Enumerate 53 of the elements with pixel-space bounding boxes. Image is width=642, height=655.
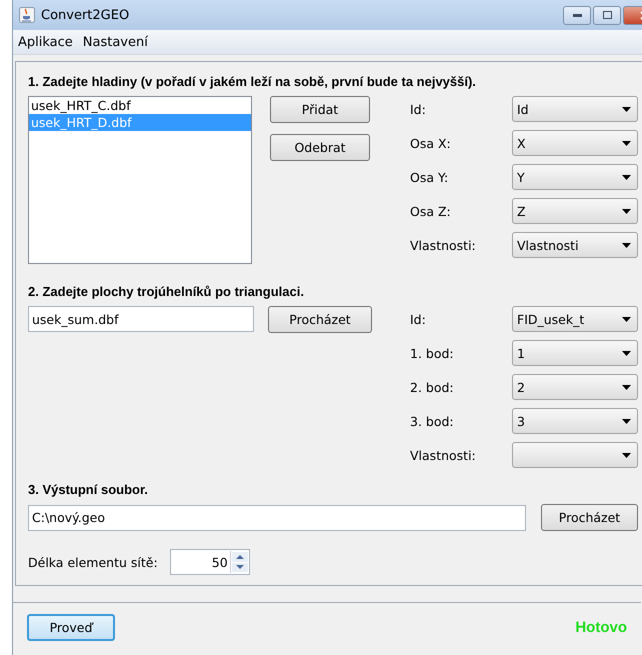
section-title: 1. Zadejte hladiny (v pořadí v jakém leží na sobě, první bude ta nejvyšší). xyxy=(28,74,477,89)
number-spinner[interactable]: 50 xyxy=(170,549,250,575)
caret-icon xyxy=(622,174,631,180)
field-label: Id: xyxy=(410,312,427,326)
caret-icon xyxy=(622,316,631,322)
status-text: Hotovo xyxy=(575,619,627,636)
input-field[interactable]: usek_sum.dbf xyxy=(28,306,254,332)
field-label: 3. bod: xyxy=(410,414,455,428)
dropdown[interactable]: Vlastnosti xyxy=(512,232,638,258)
field-label: 1. bod: xyxy=(410,346,455,360)
caret-icon xyxy=(622,384,631,390)
action-button[interactable]: Přidat xyxy=(270,96,370,123)
caret-icon xyxy=(622,208,631,214)
minimize-button[interactable] xyxy=(563,6,591,24)
field-label: Id: xyxy=(410,102,427,116)
field-label: Osa Z: xyxy=(410,204,452,218)
list-item[interactable]: usek_HRT_C.dbf xyxy=(29,97,251,114)
field-label: Vlastnosti: xyxy=(410,238,477,252)
dropdown[interactable]: 2 xyxy=(512,374,638,400)
field-label: Osa Y: xyxy=(410,170,450,184)
field-label: Délka elementu sítě: xyxy=(28,554,158,570)
field-label: Osa X: xyxy=(410,136,452,150)
dropdown[interactable]: Id xyxy=(512,96,638,122)
maximize-icon xyxy=(602,11,612,19)
caret-icon xyxy=(622,418,631,424)
browse-button[interactable]: Procházet xyxy=(541,504,638,531)
dropdown[interactable]: Y xyxy=(512,164,638,190)
layer-list[interactable]: usek_HRT_C.dbf usek_HRT_D.dbf xyxy=(28,96,252,264)
action-button[interactable]: Odebrat xyxy=(270,134,370,161)
caret-icon xyxy=(622,452,631,458)
run-button[interactable]: Proveď xyxy=(27,614,115,641)
menu-item[interactable]: Aplikace xyxy=(17,34,74,50)
section-title: 3. Výstupní soubor. xyxy=(28,482,149,497)
minimize-icon xyxy=(572,14,582,16)
input-field[interactable]: C:\nový.geo xyxy=(28,504,526,530)
field-label: 2. bod: xyxy=(410,380,455,394)
caret-icon xyxy=(622,242,631,248)
dropdown[interactable]: FID_usek_t xyxy=(512,306,638,332)
caret-icon xyxy=(622,106,631,112)
section-title: 2. Zadejte plochy trojúhelníků po triangulaci. xyxy=(28,284,305,299)
dropdown[interactable]: Z xyxy=(512,198,638,224)
menu-item[interactable]: Nastavení xyxy=(82,34,149,50)
dropdown[interactable]: 1 xyxy=(512,340,638,366)
caret-icon xyxy=(622,350,631,356)
maximize-button[interactable] xyxy=(593,6,621,24)
spinner-arrows-icon xyxy=(230,551,249,573)
dropdown[interactable]: X xyxy=(512,130,638,156)
browse-button[interactable]: Procházet xyxy=(268,306,372,333)
dropdown[interactable]: 3 xyxy=(512,408,638,434)
coffee-cup-icon xyxy=(19,7,35,23)
window-title: Convert2GEO xyxy=(41,8,130,22)
caret-icon xyxy=(622,140,631,146)
field-label: Vlastnosti: xyxy=(410,448,477,462)
